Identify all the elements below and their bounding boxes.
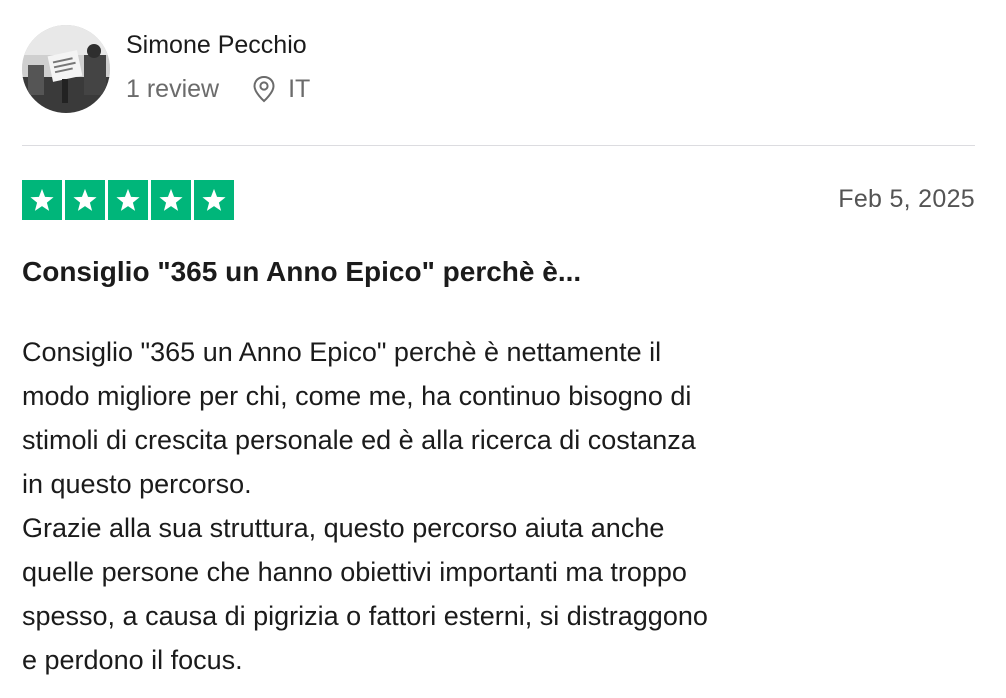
star-rating [22, 180, 234, 220]
star-icon [151, 180, 191, 220]
divider [22, 145, 975, 146]
star-icon [194, 180, 234, 220]
avatar-photo [22, 25, 110, 113]
location-pin-icon [253, 75, 275, 103]
review-paragraph: Grazie alla sua struttura, questo percor… [22, 513, 708, 675]
review-paragraph: Consiglio "365 un Anno Epico" perchè è n… [22, 337, 696, 499]
reviewer-meta: 1 review IT [126, 72, 310, 106]
star-icon [65, 180, 105, 220]
review-body: Consiglio "365 un Anno Epico" perchè è n… [22, 330, 892, 682]
star-icon [22, 180, 62, 220]
star-icon [108, 180, 148, 220]
reviewer-country: IT [288, 75, 311, 103]
review-title[interactable]: Consiglio "365 un Anno Epico" perchè è..… [22, 253, 581, 291]
reviewer-name[interactable]: Simone Pecchio [126, 28, 307, 62]
review-card: Simone Pecchio 1 review IT Feb 5, 2025 C… [0, 0, 1006, 698]
avatar[interactable] [22, 25, 110, 113]
review-date: Feb 5, 2025 [838, 185, 975, 213]
review-count: 1 review [126, 75, 220, 103]
